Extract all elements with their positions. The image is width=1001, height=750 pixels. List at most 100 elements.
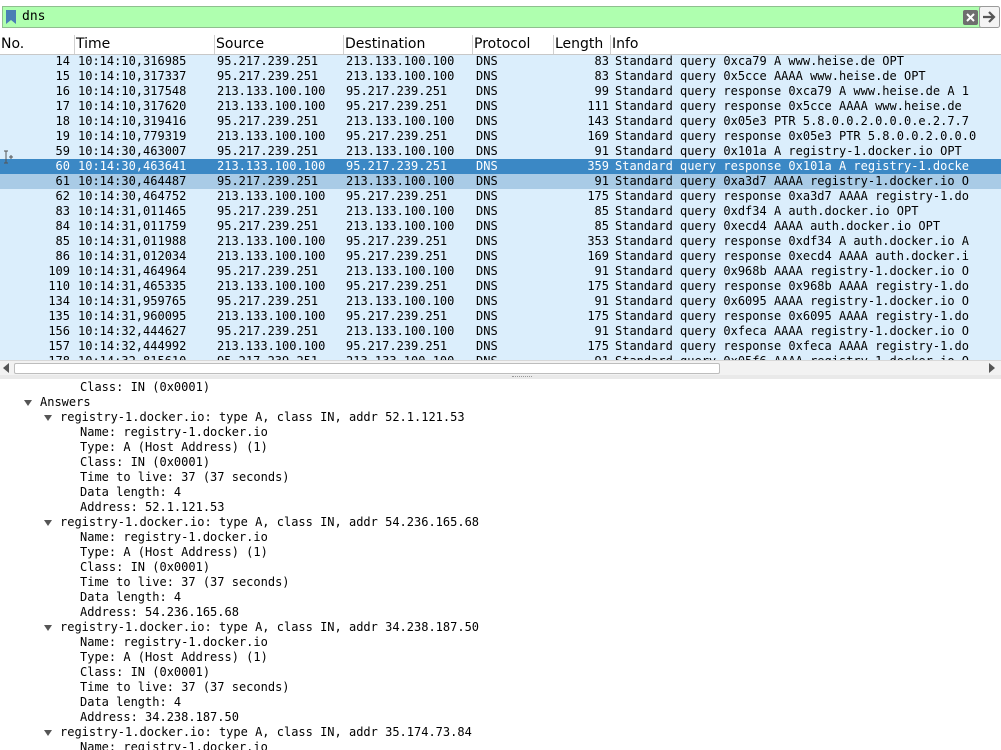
packet-cell-proto: DNS <box>476 234 498 248</box>
packet-cell-src: 95.217.239.251 <box>217 144 319 158</box>
apply-filter-arrow-icon[interactable] <box>979 6 1000 28</box>
packet-cell-src: 95.217.239.251 <box>217 114 319 128</box>
packet-row[interactable]: 156 10:14:32,444627 95.217.239.251 213.133.… <box>0 324 1001 339</box>
column-header-time[interactable]: Time <box>75 35 215 54</box>
question-class-field[interactable]: Class: IN (0x0001) <box>80 380 210 395</box>
text-cursor-icon <box>4 150 13 164</box>
packet-cell-len: 169 <box>587 129 609 143</box>
answer-record-node[interactable]: registry-1.docker.io: type A, class IN, … <box>60 515 479 530</box>
packet-row[interactable]: 83 10:14:31,011465 95.217.239.251 213.133.1… <box>0 204 1001 219</box>
answer-field[interactable]: Name: registry-1.docker.io <box>80 740 268 750</box>
packet-list[interactable]: 14 10:14:10,316985 95.217.239.251 213.133.1… <box>0 55 1001 360</box>
answer-field[interactable]: Type: A (Host Address) (1) <box>80 650 268 665</box>
packet-cell-time: 10:14:31,959765 <box>78 294 187 308</box>
column-header-protocol[interactable]: Protocol <box>473 35 554 54</box>
packet-cell-info: Standard query 0xca79 A www.heise.de OPT <box>615 55 904 68</box>
packet-cell-src: 95.217.239.251 <box>217 174 319 188</box>
answers-node[interactable]: Answers <box>40 395 91 410</box>
answer-field[interactable]: Time to live: 37 (37 seconds) <box>80 575 290 590</box>
answer-field[interactable]: Address: 54.236.165.68 <box>80 605 239 620</box>
packet-row[interactable]: 19 10:14:10,779319 213.133.100.100 95.217.2… <box>0 129 1001 144</box>
column-header-no[interactable]: No. <box>0 35 75 54</box>
scrollbar-thumb[interactable] <box>14 363 720 374</box>
answer-field[interactable]: Class: IN (0x0001) <box>80 560 210 575</box>
column-header-info[interactable]: Info <box>611 35 1001 54</box>
scroll-right-arrow-icon[interactable] <box>988 363 996 373</box>
expanded-triangle-icon[interactable] <box>24 400 32 406</box>
packet-details-tree[interactable]: Class: IN (0x0001) Answers registry-1.dock… <box>0 379 1001 750</box>
packet-cell-dst: 213.133.100.100 <box>346 294 455 308</box>
packet-row[interactable]: 110 10:14:31,465335 213.133.100.100 95.217.… <box>0 279 1001 294</box>
answer-field[interactable]: Address: 34.238.187.50 <box>80 710 239 725</box>
packet-cell-proto: DNS <box>476 69 498 83</box>
column-header-source[interactable]: Source <box>215 35 344 54</box>
packet-cell-proto: DNS <box>476 249 498 263</box>
answer-field[interactable]: Name: registry-1.docker.io <box>80 530 268 545</box>
packet-cell-time: 10:14:10,316985 <box>78 55 187 68</box>
clear-filter-icon[interactable] <box>963 10 978 25</box>
packet-row[interactable]: 60 10:14:30,463641 213.133.100.100 95.217.2… <box>0 159 1001 174</box>
packet-cell-len: 175 <box>587 309 609 323</box>
packet-row[interactable]: 59 10:14:30,463007 95.217.239.251 213.133.1… <box>0 144 1001 159</box>
packet-row[interactable]: 134 10:14:31,959765 95.217.239.251 213.133.… <box>0 294 1001 309</box>
packet-cell-src: 213.133.100.100 <box>217 279 326 293</box>
answer-record-node[interactable]: registry-1.docker.io: type A, class IN, … <box>60 620 479 635</box>
packet-cell-dst: 95.217.239.251 <box>346 99 448 113</box>
bookmark-icon[interactable] <box>6 10 16 24</box>
packet-cell-info: Standard query response 0x968b AAAA regi… <box>615 279 970 293</box>
packet-cell-proto: DNS <box>476 219 498 233</box>
packet-cell-time: 10:14:10,317548 <box>78 84 187 98</box>
answer-field[interactable]: Time to live: 37 (37 seconds) <box>80 680 290 695</box>
display-filter-input[interactable]: dns <box>2 6 981 28</box>
packet-cell-proto: DNS <box>476 55 498 68</box>
packet-row[interactable]: 109 10:14:31,464964 95.217.239.251 213.133.… <box>0 264 1001 279</box>
answer-field[interactable]: Time to live: 37 (37 seconds) <box>80 470 290 485</box>
packet-row[interactable]: 86 10:14:31,012034 213.133.100.100 95.217.2… <box>0 249 1001 264</box>
expanded-triangle-icon[interactable] <box>44 625 52 631</box>
packet-cell-no: 156 <box>48 324 70 338</box>
packet-cell-proto: DNS <box>476 279 498 293</box>
answer-field[interactable]: Name: registry-1.docker.io <box>80 425 268 440</box>
packet-cell-dst: 95.217.239.251 <box>346 129 448 143</box>
packet-cell-time: 10:14:31,464964 <box>78 264 187 278</box>
answer-field[interactable]: Class: IN (0x0001) <box>80 455 210 470</box>
answer-record-node[interactable]: registry-1.docker.io: type A, class IN, … <box>60 410 465 425</box>
packet-row[interactable]: 17 10:14:10,317620 213.133.100.100 95.217.2… <box>0 99 1001 114</box>
expanded-triangle-icon[interactable] <box>44 520 52 526</box>
packet-cell-src: 213.133.100.100 <box>217 159 326 173</box>
answer-field[interactable]: Data length: 4 <box>80 590 181 605</box>
scroll-left-arrow-icon[interactable] <box>2 363 10 373</box>
expanded-triangle-icon[interactable] <box>44 730 52 736</box>
answer-field[interactable]: Class: IN (0x0001) <box>80 665 210 680</box>
packet-cell-no: 84 <box>55 219 70 233</box>
answer-field[interactable]: Data length: 4 <box>80 485 181 500</box>
packet-cell-dst: 213.133.100.100 <box>346 174 455 188</box>
packet-cell-info: Standard query 0x05e3 PTR 5.8.0.0.2.0.0.… <box>615 114 970 128</box>
packet-cell-info: Standard query 0x968b AAAA registry-1.do… <box>615 264 970 278</box>
answer-record-node[interactable]: registry-1.docker.io: type A, class IN, … <box>60 725 472 740</box>
display-filter-text[interactable]: dns <box>22 8 45 26</box>
expanded-triangle-icon[interactable] <box>44 415 52 421</box>
packet-row[interactable]: 16 10:14:10,317548 213.133.100.100 95.217.2… <box>0 84 1001 99</box>
answer-field[interactable]: Name: registry-1.docker.io <box>80 635 268 650</box>
column-header-length[interactable]: Length <box>554 35 611 54</box>
packet-list-horizontal-scrollbar[interactable] <box>0 360 1001 375</box>
answer-field[interactable]: Type: A (Host Address) (1) <box>80 545 268 560</box>
packet-cell-time: 10:14:10,317337 <box>78 69 187 83</box>
answer-field[interactable]: Type: A (Host Address) (1) <box>80 440 268 455</box>
packet-row[interactable]: 14 10:14:10,316985 95.217.239.251 213.133.1… <box>0 55 1001 69</box>
column-header-destination[interactable]: Destination <box>344 35 473 54</box>
packet-row[interactable]: 84 10:14:31,011759 95.217.239.251 213.133.1… <box>0 219 1001 234</box>
packet-cell-info: Standard query response 0x6095 AAAA regi… <box>615 309 970 323</box>
packet-cell-no: 19 <box>55 129 70 143</box>
packet-row[interactable]: 15 10:14:10,317337 95.217.239.251 213.133.1… <box>0 69 1001 84</box>
packet-row[interactable]: 135 10:14:31,960095 213.133.100.100 95.217.… <box>0 309 1001 324</box>
packet-row[interactable]: 157 10:14:32,444992 213.133.100.100 95.217.… <box>0 339 1001 354</box>
packet-row[interactable]: 85 10:14:31,011988 213.133.100.100 95.217.2… <box>0 234 1001 249</box>
packet-cell-dst: 95.217.239.251 <box>346 84 448 98</box>
answer-field[interactable]: Data length: 4 <box>80 695 181 710</box>
answer-field[interactable]: Address: 52.1.121.53 <box>80 500 225 515</box>
packet-row[interactable]: 18 10:14:10,319416 95.217.239.251 213.133.1… <box>0 114 1001 129</box>
packet-row[interactable]: 62 10:14:30,464752 213.133.100.100 95.217.2… <box>0 189 1001 204</box>
packet-row[interactable]: 61 10:14:30,464487 95.217.239.251 213.133.1… <box>0 174 1001 189</box>
